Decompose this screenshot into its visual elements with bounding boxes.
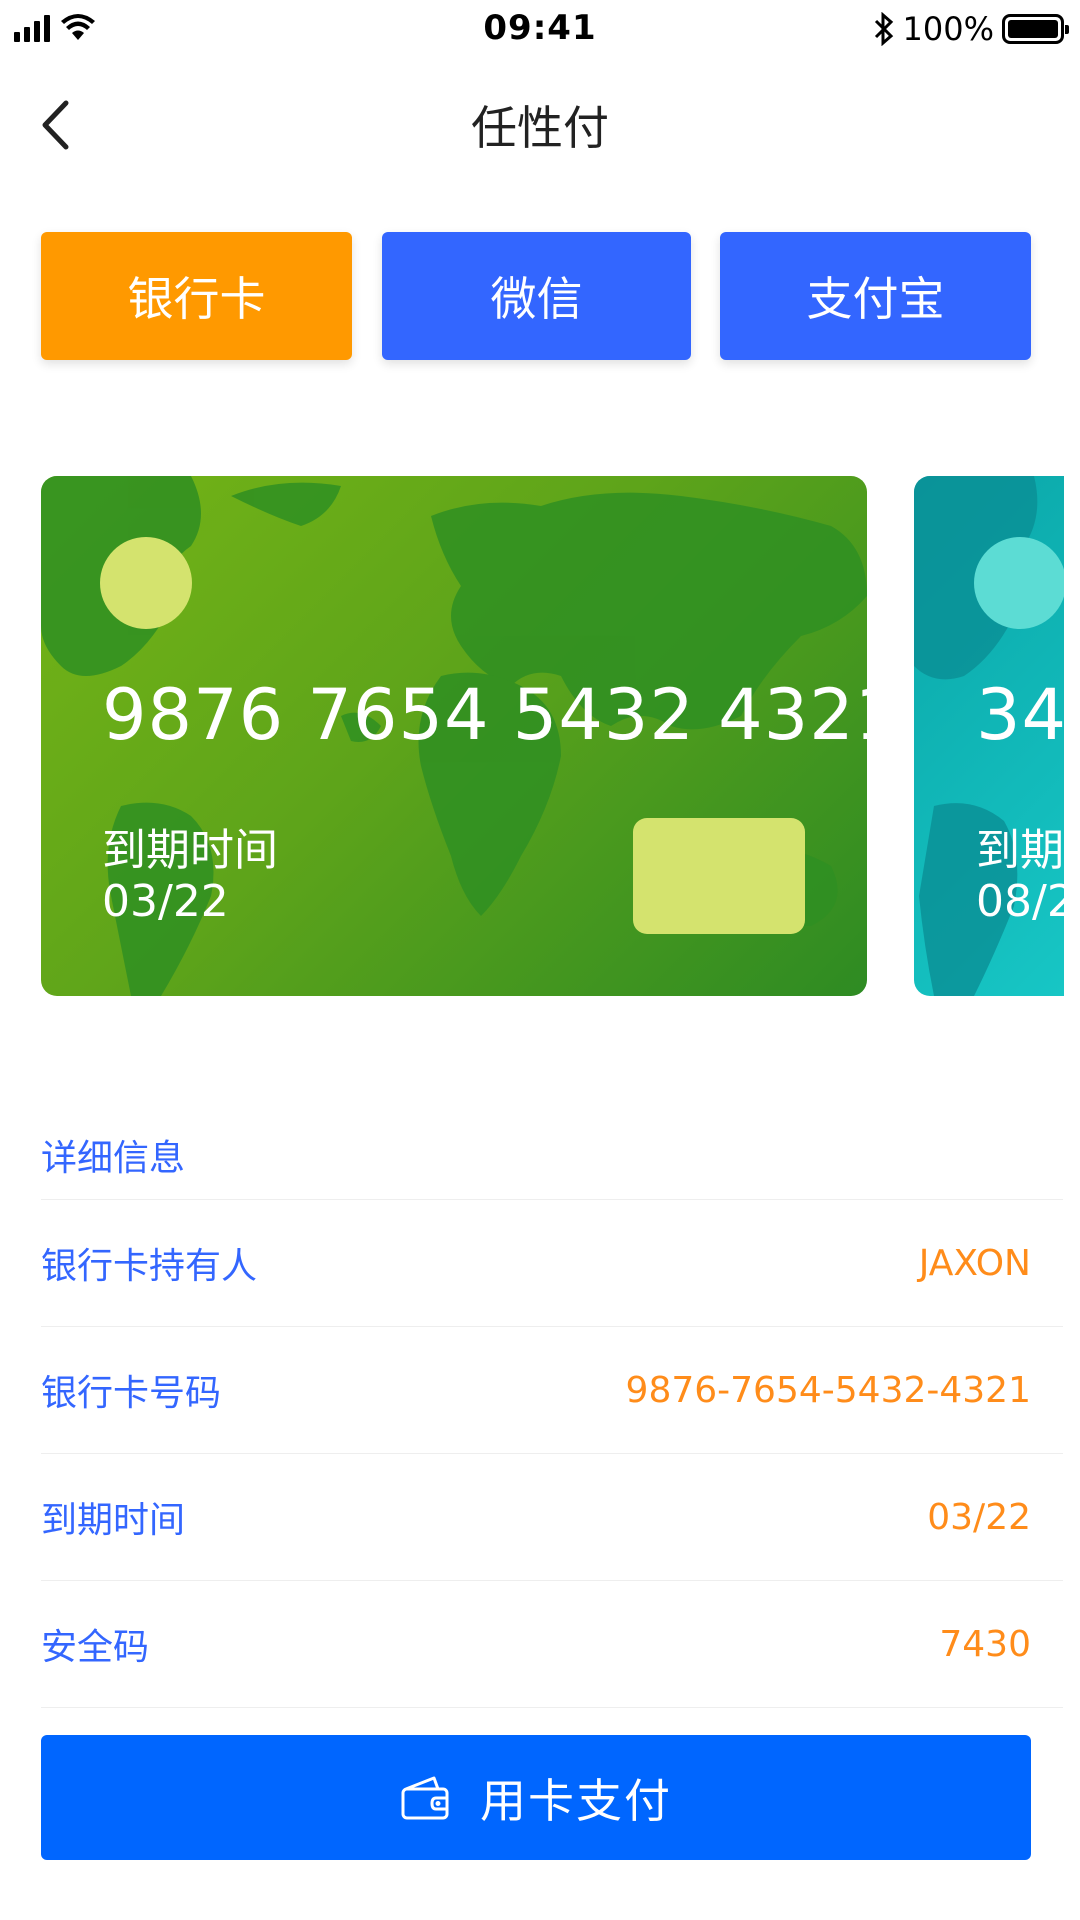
tab-wechat[interactable]: 微信: [382, 232, 691, 360]
detail-value: 7430: [939, 1623, 1031, 1665]
tab-bank-card[interactable]: 银行卡: [41, 232, 352, 360]
card-expiry-value: 03/22: [102, 876, 229, 927]
wallet-icon: [401, 1776, 449, 1819]
card-number: 9876 7654 5432 4321: [102, 674, 867, 756]
payment-method-tabs: 银行卡 微信 支付宝: [41, 232, 1031, 360]
card-logo-circle: [974, 537, 1064, 629]
card-expiry-value: 08/2: [976, 876, 1064, 927]
detail-value: JAXON: [918, 1242, 1031, 1284]
pay-button-label: 用卡支付: [480, 1773, 672, 1828]
bank-card-secondary[interactable]: 345 到期 08/2: [914, 476, 1064, 996]
detail-label: 银行卡持有人: [41, 1246, 258, 1287]
bank-card-primary[interactable]: 9876 7654 5432 4321 到期时间 03/22: [41, 476, 867, 996]
detail-value: 03/22: [927, 1496, 1031, 1538]
status-bar: 09:41 100%: [0, 0, 1080, 60]
detail-row-number: 银行卡号码 9876-7654-5432-4321: [41, 1327, 1063, 1454]
detail-row-security-code: 安全码 7430: [41, 1581, 1063, 1708]
card-number: 345: [976, 674, 1064, 756]
battery-icon: [1002, 14, 1069, 44]
battery-percentage: 100%: [902, 10, 994, 48]
card-details: 详细信息 银行卡持有人 JAXON 银行卡号码 9876-7654-5432-4…: [41, 1110, 1063, 1708]
card-expiry-label: 到期: [976, 825, 1064, 876]
card-logo-circle: [100, 537, 192, 629]
tab-alipay[interactable]: 支付宝: [720, 232, 1031, 360]
card-expiry-label: 到期时间: [102, 825, 278, 876]
detail-row-expiry: 到期时间 03/22: [41, 1454, 1063, 1581]
page-title: 任性付: [471, 101, 609, 155]
status-right: 100%: [873, 10, 1069, 48]
detail-label: 安全码: [41, 1627, 150, 1668]
detail-label: 到期时间: [41, 1500, 186, 1541]
detail-row-holder: 银行卡持有人 JAXON: [41, 1200, 1063, 1327]
details-heading: 详细信息: [41, 1110, 1063, 1200]
bluetooth-icon: [874, 12, 893, 46]
pay-with-card-button[interactable]: 用卡支付: [41, 1735, 1031, 1860]
nav-bar: 任性付: [0, 70, 1080, 180]
card-chip: [633, 818, 805, 934]
detail-value: 9876-7654-5432-4321: [625, 1369, 1031, 1411]
detail-label: 银行卡号码: [41, 1373, 222, 1414]
